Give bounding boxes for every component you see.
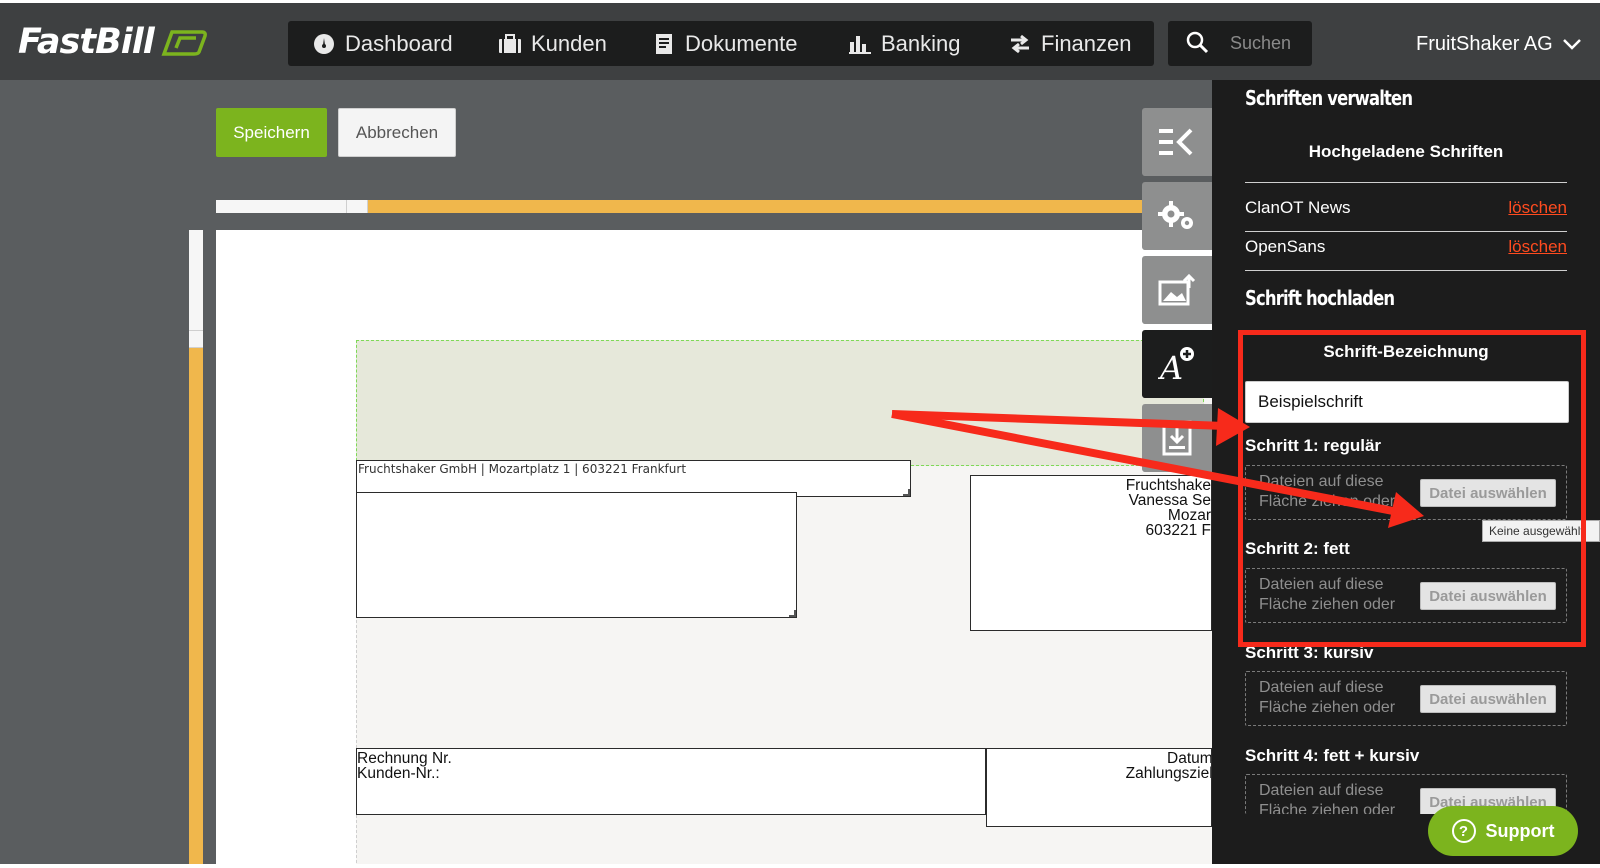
divider [1245,231,1567,232]
account-name: FruitShaker AG [1416,32,1553,55]
support-label: Support [1485,820,1555,841]
font-name-input[interactable] [1245,381,1569,423]
letterhead-zone[interactable] [356,340,1204,466]
cancel-button[interactable]: Abbrechen [338,108,456,157]
delete-font-link[interactable]: löschen [1508,198,1567,218]
font-management-panel: Schriften verwalten Hochgeladene Schrift… [1212,80,1600,868]
help-icon: ? [1451,819,1476,843]
dropzone-hint: Dateien auf diese Fläche ziehen oder [1259,782,1396,814]
invoice-info-box[interactable]: Rechnung Nr. Kunden-Nr.: [356,748,986,815]
divider [1245,270,1567,271]
main-navigation: Dashboard Kunden Dokumente Banking Finan… [288,21,1154,66]
horizontal-scroll-thumb[interactable] [216,200,368,213]
nav-finanzen[interactable]: Finanzen [1008,21,1132,66]
step-2-label: Schritt 2: fett [1245,539,1350,558]
nav-banking-label: Banking [881,30,961,56]
top-navigation-bar: FastBill Dashboard Kunden Dokumente Bank… [0,0,1600,80]
search-box [1168,21,1312,66]
image-upload-icon [1158,274,1196,306]
font-manager-button[interactable]: A [1142,330,1212,398]
bar-chart-icon [848,32,872,56]
regular-font-dropzone[interactable]: Dateien auf diese Fläche ziehen oder Dat… [1245,465,1567,520]
vertical-scroll-thumb[interactable] [189,230,203,348]
company-line: 603221 F [1145,522,1212,539]
settings-gears-icon [1158,201,1193,229]
briefcase-icon [498,32,522,56]
search-icon[interactable] [1186,31,1210,55]
uploaded-font-row: ClanOT News löschen [1245,198,1567,224]
panel-title: Schriften verwalten [1245,86,1413,110]
company-info-box[interactable]: Fruchtshake Vanessa Se Mozar 603221 F [970,475,1212,631]
bold-font-dropzone[interactable]: Dateien auf diese Fläche ziehen oder Dat… [1245,568,1567,623]
upload-font-heading: Schrift hochladen [1245,286,1395,310]
window-bottom-edge [0,864,1600,868]
choose-file-button[interactable]: Datei auswählen [1420,582,1556,610]
payment-term-label: Zahlungsziel: [1125,765,1212,782]
dropzone-hint: Dateien auf diese Fläche ziehen oder [1259,473,1396,510]
document-icon [652,32,676,56]
save-button[interactable]: Speichern [216,108,327,157]
logo-mark-icon [161,30,207,56]
chevron-down-icon [1562,39,1581,50]
account-menu[interactable]: FruitShaker AG [1416,27,1581,61]
uploaded-font-row: OpenSans löschen [1245,237,1567,263]
divider [1245,182,1567,183]
uploaded-fonts-heading: Hochgeladene Schriften [1308,142,1504,161]
nav-dashboard[interactable]: Dashboard [312,21,453,66]
nav-kunden[interactable]: Kunden [498,21,607,66]
step-3-label: Schritt 3: kursiv [1245,643,1374,662]
font-name: OpenSans [1245,237,1326,256]
nav-finanzen-label: Finanzen [1041,30,1132,56]
recipient-address-box[interactable] [356,492,797,618]
nav-banking[interactable]: Banking [848,21,961,66]
collapse-panel-icon [1159,128,1193,156]
date-info-box[interactable]: Datum: Zahlungsziel: [986,748,1212,827]
vertical-scrollbar[interactable] [189,230,203,868]
settings-button[interactable] [1142,182,1212,250]
resize-handle[interactable] [903,489,910,496]
font-name: ClanOT News [1245,198,1351,217]
italic-font-dropzone[interactable]: Dateien auf diese Fläche ziehen oder Dat… [1245,671,1567,726]
font-name-label: Schrift-Bezeichnung [1323,342,1489,361]
gauge-icon [312,32,336,56]
collapse-panel-button[interactable] [1142,108,1212,176]
date-label: Datum: [1167,750,1212,767]
sender-address-text: Fruchtshaker GmbH | Mozartplatz 1 | 6032… [358,462,687,476]
editor-area: Speichern Abbrechen Fruchtshaker GmbH | … [0,80,1212,868]
image-upload-button[interactable] [1142,256,1212,324]
customer-number-label: Kunden-Nr.: [357,765,440,782]
nav-dokumente-label: Dokumente [685,30,798,56]
nav-dokumente[interactable]: Dokumente [652,21,798,66]
dropzone-hint: Dateien auf diese Fläche ziehen oder [1259,576,1396,613]
choose-file-button[interactable]: Datei auswählen [1420,479,1556,507]
fastbill-logo[interactable]: FastBill [18,20,208,64]
dropzone-hint: Dateien auf diese Fläche ziehen oder [1259,679,1396,716]
app-window: FastBill Dashboard Kunden Dokumente Bank… [0,0,1600,868]
delete-font-link[interactable]: löschen [1508,237,1567,257]
font-add-icon: A [1158,347,1194,383]
search-input[interactable] [1230,29,1308,57]
svg-text:A: A [1158,349,1183,383]
company-line: Vanessa Se [1128,492,1211,509]
company-line: Mozar [1167,507,1211,524]
invoice-number-label: Rechnung Nr. [357,750,452,767]
logo-text: FastBill [18,22,155,62]
transfer-arrows-icon [1008,32,1032,56]
choose-file-button[interactable]: Datei auswählen [1420,685,1556,713]
nav-kunden-label: Kunden [531,30,607,56]
horizontal-scrollbar[interactable] [216,200,1146,213]
pdf-import-icon [1162,420,1192,456]
nav-dashboard-label: Dashboard [345,30,453,56]
step-1-label: Schritt 1: regulär [1245,436,1382,455]
step-4-label: Schritt 4: fett + kursiv [1245,746,1420,765]
company-line: Fruchtshake [1125,477,1211,494]
document-page: Fruchtshaker GmbH | Mozartplatz 1 | 6032… [216,230,1212,868]
no-file-selected-tooltip: Keine ausgewählt [1482,520,1600,542]
pdf-import-button[interactable] [1142,404,1212,472]
support-button[interactable]: ? Support [1428,806,1578,856]
resize-handle[interactable] [789,610,796,617]
